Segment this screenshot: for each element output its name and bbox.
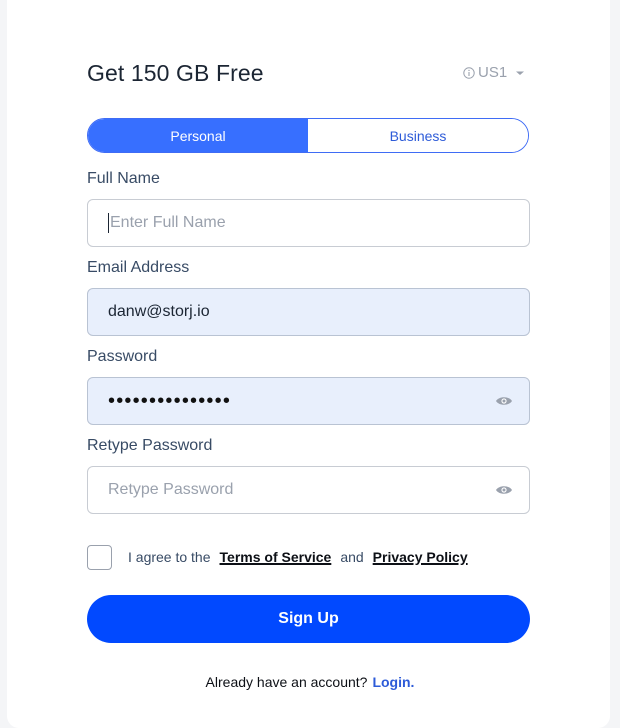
retype-password-label: Retype Password	[87, 437, 213, 454]
retype-password-field[interactable]	[87, 466, 530, 514]
password-field[interactable]: •••••••••••••••	[87, 377, 530, 425]
full-name-input[interactable]	[108, 200, 513, 246]
region-selector[interactable]: US1	[463, 64, 525, 81]
sign-up-button[interactable]: Sign Up	[87, 595, 530, 643]
eye-icon[interactable]	[495, 395, 513, 407]
retype-password-input[interactable]	[108, 467, 495, 513]
terms-of-service-link[interactable]: Terms of Service	[220, 549, 332, 565]
region-label: US1	[478, 64, 508, 81]
personal-tab[interactable]: Personal	[88, 119, 308, 152]
info-icon	[463, 66, 475, 79]
email-field[interactable]	[87, 288, 530, 336]
business-tab[interactable]: Business	[308, 119, 528, 152]
account-type-toggle: Personal Business	[87, 118, 529, 153]
terms-checkbox[interactable]	[87, 545, 112, 570]
full-name-label: Full Name	[87, 170, 160, 187]
login-link[interactable]: Login.	[372, 674, 414, 690]
terms-prefix: I agree to the	[128, 549, 211, 565]
email-label: Email Address	[87, 259, 190, 276]
login-prompt-text: Already have an account?	[205, 674, 368, 690]
full-name-field[interactable]	[87, 199, 530, 247]
text-cursor	[108, 213, 109, 233]
eye-icon[interactable]	[495, 484, 513, 496]
privacy-policy-link[interactable]: Privacy Policy	[373, 549, 468, 565]
chevron-down-icon	[516, 71, 525, 75]
password-label: Password	[87, 348, 158, 365]
login-prompt: Already have an account? Login.	[0, 674, 620, 690]
terms-and-text: and	[340, 549, 364, 565]
password-input[interactable]: •••••••••••••••	[108, 390, 495, 413]
page-title: Get 150 GB Free	[87, 60, 264, 86]
terms-agreement: I agree to the Terms of Service and Priv…	[128, 549, 468, 565]
email-input[interactable]	[108, 289, 513, 335]
